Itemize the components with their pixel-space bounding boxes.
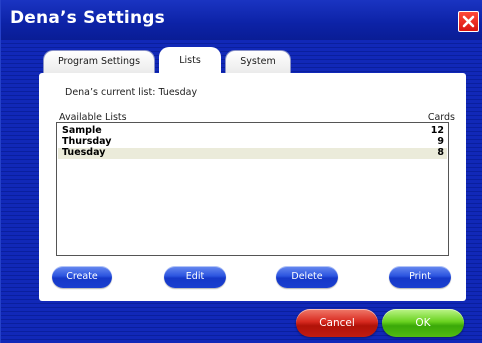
list-item-cards: 8: [437, 147, 444, 158]
list-item-name: Thursday: [62, 136, 112, 147]
settings-window: Dena’s Settings Program Settings Lists S…: [0, 0, 482, 343]
tab-system[interactable]: System: [225, 50, 291, 74]
list-item[interactable]: Sample 12: [58, 125, 447, 137]
list-item-name: Tuesday: [62, 147, 106, 158]
title-bar: Dena’s Settings: [1, 0, 482, 40]
lists-panel: Dena’s current list: Tuesday Available L…: [39, 73, 466, 301]
tab-program-settings[interactable]: Program Settings: [43, 50, 155, 74]
window-title: Dena’s Settings: [10, 8, 165, 28]
ok-button[interactable]: OK: [382, 309, 464, 337]
edit-button[interactable]: Edit: [164, 266, 226, 288]
close-button[interactable]: [458, 11, 479, 32]
create-button[interactable]: Create: [52, 266, 112, 288]
print-button[interactable]: Print: [389, 266, 451, 288]
available-lists-box[interactable]: Sample 12 Thursday 9 Tuesday 8: [56, 122, 449, 256]
current-list-label: Dena’s current list: Tuesday: [65, 87, 198, 98]
list-item-cards: 9: [437, 136, 444, 147]
list-item[interactable]: Thursday 9: [58, 136, 447, 148]
close-icon: [462, 15, 475, 28]
list-item-cards: 12: [430, 125, 444, 136]
list-item-selected[interactable]: Tuesday 8: [58, 147, 447, 159]
cancel-button[interactable]: Cancel: [296, 309, 378, 337]
list-item-name: Sample: [62, 125, 102, 136]
delete-button[interactable]: Delete: [276, 266, 338, 288]
tab-lists[interactable]: Lists: [159, 47, 221, 75]
